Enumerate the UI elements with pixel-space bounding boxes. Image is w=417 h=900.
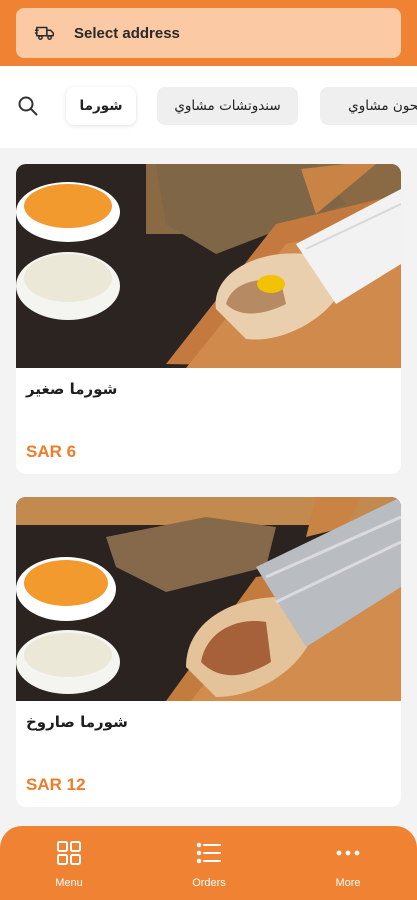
category-tab-grill-sandwiches[interactable]: سندوتشات مشاوي	[157, 87, 298, 125]
nav-orders[interactable]: Orders	[149, 826, 269, 900]
top-bar: Select address	[0, 0, 417, 66]
menu-item-card[interactable]: شورما صغير SAR 6	[16, 164, 401, 474]
menu-item-card[interactable]: شورما صاروخ SAR 12	[16, 497, 401, 807]
category-bar: شورما سندوتشات مشاوي صحون مشاوي	[0, 66, 417, 148]
category-tab-grill-plates[interactable]: صحون مشاوي	[320, 87, 417, 125]
nav-more[interactable]: More	[288, 826, 408, 900]
item-price: SAR 6	[26, 442, 77, 461]
menu-item-image	[16, 497, 401, 701]
address-label: Select address	[74, 24, 180, 42]
category-tab-shawarma[interactable]: شورما	[66, 87, 136, 125]
item-price: SAR 12	[26, 775, 86, 794]
search-icon[interactable]	[16, 94, 40, 118]
select-address-button[interactable]: Select address	[16, 8, 401, 58]
nav-orders-label: Orders	[192, 877, 226, 889]
nav-menu-label: Menu	[55, 877, 83, 889]
list-icon	[196, 842, 221, 864]
nav-menu[interactable]: Menu	[9, 826, 129, 900]
item-name: شورما صغير	[26, 380, 118, 398]
nav-more-label: More	[335, 877, 361, 889]
menu-item-image	[16, 164, 401, 368]
item-name: شورما صاروخ	[26, 713, 128, 731]
more-dots-icon	[336, 850, 360, 856]
delivery-truck-icon	[34, 26, 54, 40]
grid-icon	[57, 841, 81, 865]
bottom-nav: Menu Orders More	[0, 826, 417, 900]
